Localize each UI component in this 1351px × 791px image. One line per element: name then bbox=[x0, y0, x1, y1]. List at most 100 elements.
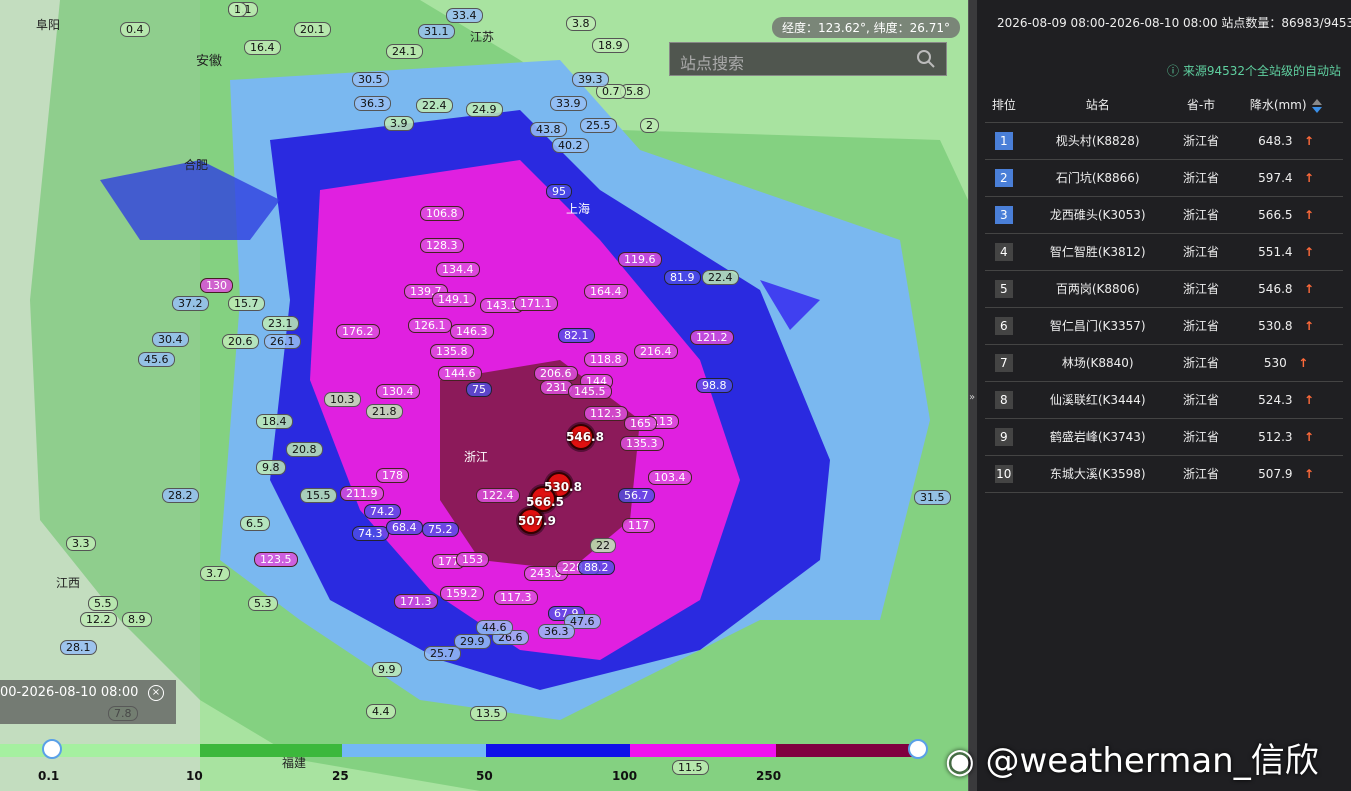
station-value-label[interactable]: 18.4 bbox=[256, 414, 293, 429]
station-name-cell[interactable]: 鹤盛岩峰(K3743) bbox=[1022, 418, 1173, 456]
ranking-row[interactable]: 10 东城大溪(K3598) 浙江省 507.9 ↑ bbox=[985, 455, 1343, 493]
ranking-row[interactable]: 4 智仁智胜(K3812) 浙江省 551.4 ↑ bbox=[985, 233, 1343, 271]
station-value-label[interactable]: 45.6 bbox=[138, 352, 175, 367]
station-name-cell[interactable]: 智仁智胜(K3812) bbox=[1022, 233, 1173, 271]
station-value-label[interactable]: 2 bbox=[640, 118, 659, 133]
station-value-label[interactable]: 211.9 bbox=[340, 486, 384, 501]
station-value-label[interactable]: 68.4 bbox=[386, 520, 423, 535]
station-search-input[interactable]: 站点搜索 bbox=[669, 42, 947, 76]
station-value-label[interactable]: 135.3 bbox=[620, 436, 664, 451]
station-value-label[interactable]: 126.1 bbox=[408, 318, 452, 333]
station-value-label[interactable]: 149.1 bbox=[432, 292, 476, 307]
station-name-cell[interactable]: 仙溪联红(K3444) bbox=[1022, 381, 1173, 419]
station-value-label[interactable]: 43.8 bbox=[530, 122, 567, 137]
station-name-cell[interactable]: 智仁昌门(K3357) bbox=[1022, 307, 1173, 345]
station-value-label[interactable]: 112.3 bbox=[584, 406, 628, 421]
legend-min-slider-handle[interactable] bbox=[42, 739, 62, 759]
station-value-label[interactable]: 44.6 bbox=[476, 620, 513, 635]
station-value-label[interactable]: 122.4 bbox=[476, 488, 520, 503]
station-value-label[interactable]: 88.2 bbox=[578, 560, 615, 575]
station-value-label[interactable]: 164.4 bbox=[584, 284, 628, 299]
station-value-label[interactable]: 16.4 bbox=[244, 40, 281, 55]
station-value-label[interactable]: 123.5 bbox=[254, 552, 298, 567]
station-value-label[interactable]: 15.5 bbox=[300, 488, 337, 503]
station-value-label[interactable]: 81.9 bbox=[664, 270, 701, 285]
station-value-label[interactable]: 36.3 bbox=[354, 96, 391, 111]
station-value-label[interactable]: 26.1 bbox=[264, 334, 301, 349]
station-name-cell[interactable]: 林场(K8840) bbox=[1022, 344, 1173, 382]
station-name-cell[interactable]: 枧头村(K8828) bbox=[1022, 122, 1173, 160]
station-value-label[interactable]: 15.7 bbox=[228, 296, 265, 311]
station-value-label[interactable]: 5.3 bbox=[248, 596, 278, 611]
station-value-label[interactable]: 20.1 bbox=[294, 22, 331, 37]
station-value-label[interactable]: 8.9 bbox=[122, 612, 152, 627]
station-value-label[interactable]: 74.3 bbox=[352, 526, 389, 541]
precipitation-legend[interactable]: 0.1 10 25 50 100 250 bbox=[0, 739, 968, 791]
station-value-label[interactable]: 0.4 bbox=[120, 22, 150, 37]
station-value-label[interactable]: 23.1 bbox=[262, 316, 299, 331]
station-value-label[interactable]: 22 bbox=[590, 538, 616, 553]
station-value-label[interactable]: 117 bbox=[622, 518, 655, 533]
ranking-row[interactable]: 9 鹤盛岩峰(K3743) 浙江省 512.3 ↑ bbox=[985, 418, 1343, 456]
station-value-label[interactable]: 216.4 bbox=[634, 344, 678, 359]
station-value-label[interactable]: 82.1 bbox=[558, 328, 595, 343]
station-value-label[interactable]: 171.3 bbox=[394, 594, 438, 609]
station-value-label[interactable]: 31.1 bbox=[418, 24, 455, 39]
station-value-label[interactable]: 145.5 bbox=[568, 384, 612, 399]
station-name-cell[interactable]: 龙西碓头(K3053) bbox=[1022, 196, 1173, 234]
station-value-label[interactable]: 118.8 bbox=[584, 352, 628, 367]
station-value-label[interactable]: 13.5 bbox=[470, 706, 507, 721]
station-value-label[interactable]: 25.7 bbox=[424, 646, 461, 661]
station-value-label[interactable]: 171.1 bbox=[514, 296, 558, 311]
station-value-label[interactable]: 178 bbox=[376, 468, 409, 483]
sort-icon[interactable] bbox=[1312, 98, 1323, 113]
station-value-label[interactable]: 130 bbox=[200, 278, 233, 293]
station-value-label[interactable]: 33.4 bbox=[446, 8, 483, 23]
station-value-label[interactable]: 31.5 bbox=[914, 490, 951, 505]
panel-collapse-handle[interactable]: » bbox=[968, 0, 977, 791]
station-value-label[interactable]: 128.3 bbox=[420, 238, 464, 253]
station-value-label[interactable]: 9.9 bbox=[372, 662, 402, 677]
station-value-label[interactable]: 5.5 bbox=[88, 596, 118, 611]
station-value-label[interactable]: 3.7 bbox=[200, 566, 230, 581]
station-value-label[interactable]: 24.1 bbox=[386, 44, 423, 59]
station-value-label[interactable]: 37.2 bbox=[172, 296, 209, 311]
ranking-row[interactable]: 5 百两岗(K8806) 浙江省 546.8 ↑ bbox=[985, 270, 1343, 308]
station-value-label[interactable]: 3.3 bbox=[66, 536, 96, 551]
station-value-label[interactable]: 3.9 bbox=[384, 116, 414, 131]
station-value-label[interactable]: 75.2 bbox=[422, 522, 459, 537]
station-value-label[interactable]: 98.8 bbox=[696, 378, 733, 393]
station-value-label[interactable]: 95 bbox=[546, 184, 572, 199]
legend-max-slider-handle[interactable] bbox=[908, 739, 928, 759]
station-value-label[interactable]: 28.1 bbox=[60, 640, 97, 655]
ranking-row[interactable]: 2 石门坑(K8866) 浙江省 597.4 ↑ bbox=[985, 159, 1343, 197]
station-value-label[interactable]: 29.9 bbox=[454, 634, 491, 649]
station-value-label[interactable]: 103.4 bbox=[648, 470, 692, 485]
station-value-label[interactable]: 146.3 bbox=[450, 324, 494, 339]
close-icon[interactable]: × bbox=[148, 685, 164, 701]
ranking-row[interactable]: 1 枧头村(K8828) 浙江省 648.3 ↑ bbox=[985, 122, 1343, 160]
column-header-precip[interactable]: 降水(mm) bbox=[1229, 88, 1343, 123]
station-value-label[interactable]: 18.9 bbox=[592, 38, 629, 53]
station-value-label[interactable]: 176.2 bbox=[336, 324, 380, 339]
station-value-label[interactable]: 135.8 bbox=[430, 344, 474, 359]
ranking-row[interactable]: 6 智仁昌门(K3357) 浙江省 530.8 ↑ bbox=[985, 307, 1343, 345]
station-value-label[interactable]: 130.4 bbox=[376, 384, 420, 399]
station-value-label[interactable]: 12.2 bbox=[80, 612, 117, 627]
station-value-label[interactable]: 39.3 bbox=[572, 72, 609, 87]
station-value-label[interactable]: 36.3 bbox=[538, 624, 575, 639]
search-icon[interactable] bbox=[916, 49, 936, 69]
station-value-label[interactable]: 28.2 bbox=[162, 488, 199, 503]
station-value-label[interactable]: 119.6 bbox=[618, 252, 662, 267]
station-value-label[interactable]: 159.2 bbox=[440, 586, 484, 601]
station-value-label[interactable]: 106.8 bbox=[420, 206, 464, 221]
double-chevron-right-icon[interactable]: » bbox=[969, 392, 975, 403]
station-value-label[interactable]: 30.4 bbox=[152, 332, 189, 347]
station-value-label[interactable]: 10.3 bbox=[324, 392, 361, 407]
station-name-cell[interactable]: 百两岗(K8806) bbox=[1022, 270, 1173, 308]
station-value-label[interactable]: 74.2 bbox=[364, 504, 401, 519]
precipitation-map[interactable]: 阜阳 安徽 合肥 上海 浙江 江西 福建 江苏 0.10.416.420.133… bbox=[0, 0, 968, 791]
station-value-label[interactable]: 75 bbox=[466, 382, 492, 397]
station-value-label[interactable]: 20.8 bbox=[286, 442, 323, 457]
ranking-row[interactable]: 8 仙溪联红(K3444) 浙江省 524.3 ↑ bbox=[985, 381, 1343, 419]
